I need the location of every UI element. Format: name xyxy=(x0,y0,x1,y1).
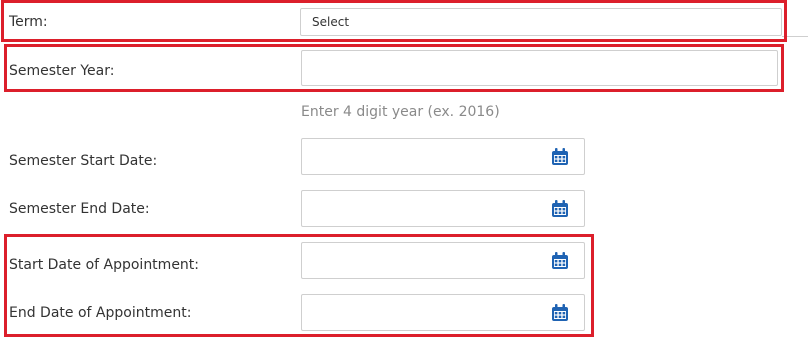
end-date-of-appointment-input[interactable] xyxy=(301,294,585,331)
term-select[interactable]: Select xyxy=(300,8,782,36)
semester-end-date-input[interactable] xyxy=(301,190,585,227)
start-date-of-appointment-label: Start Date of Appointment: xyxy=(9,257,200,273)
calendar-icon[interactable] xyxy=(550,303,570,323)
calendar-icon[interactable] xyxy=(550,199,570,219)
start-date-of-appointment-input[interactable] xyxy=(301,242,585,279)
semester-year-label: Semester Year: xyxy=(9,63,115,79)
end-date-of-appointment-label: End Date of Appointment: xyxy=(9,305,192,321)
semester-start-date-input[interactable] xyxy=(301,138,585,175)
semester-year-hint: Enter 4 digit year (ex. 2016) xyxy=(301,104,500,120)
calendar-icon[interactable] xyxy=(550,251,570,271)
semester-start-date-label: Semester Start Date: xyxy=(9,153,158,169)
semester-end-date-label: Semester End Date: xyxy=(9,201,150,217)
semester-year-input[interactable] xyxy=(301,50,778,86)
calendar-icon[interactable] xyxy=(550,147,570,167)
term-select-border-extension xyxy=(782,36,808,37)
term-label: Term: xyxy=(9,14,48,30)
term-select-value: Select xyxy=(312,15,350,29)
